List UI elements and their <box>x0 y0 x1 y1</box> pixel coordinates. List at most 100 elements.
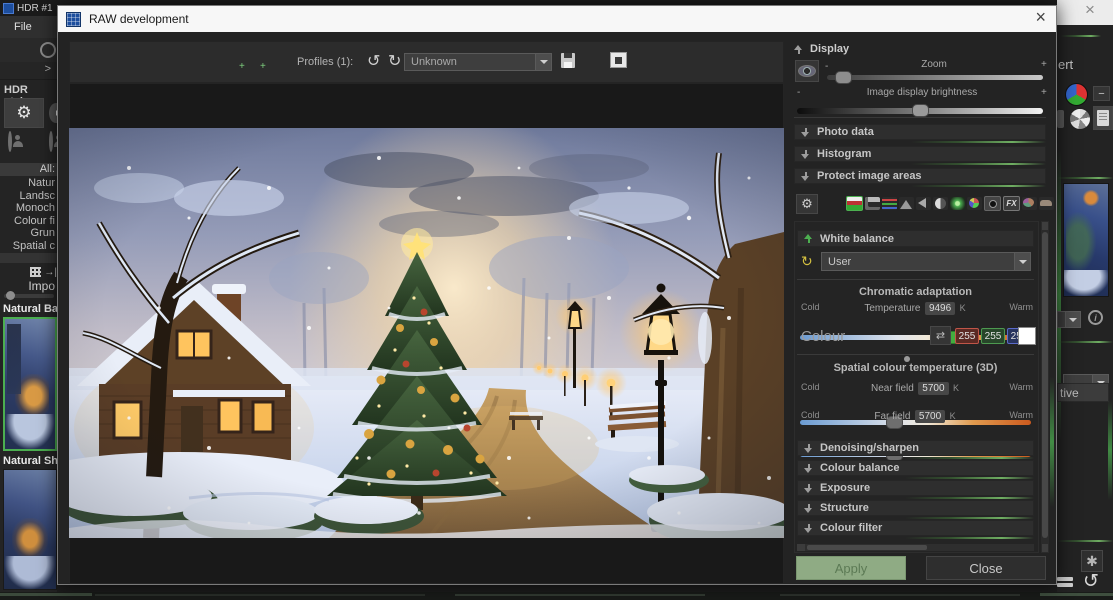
creative-field[interactable]: tive <box>1057 383 1109 402</box>
section-label: Structure <box>820 502 869 514</box>
section-colour-balance[interactable]: Colour balance <box>797 460 1034 476</box>
tool-vehicle-icon[interactable] <box>1039 197 1054 210</box>
wb-colour-swatch[interactable] <box>1018 327 1036 345</box>
zoom-slider-handle[interactable] <box>835 71 852 84</box>
image-preview[interactable] <box>69 128 784 538</box>
tool-contrast-icon[interactable] <box>933 197 948 210</box>
tool-colour-balance-icon[interactable] <box>882 197 897 210</box>
undo-icon[interactable]: ↺ <box>367 51 380 71</box>
section-colour-filter[interactable]: Colour filter <box>797 520 1034 536</box>
scrollbar-thumb[interactable] <box>1042 232 1048 538</box>
tool-psychology-icon[interactable] <box>1022 197 1037 210</box>
styles-gear-button[interactable]: ⚙ <box>4 98 44 128</box>
far-warm-label: Warm <box>1009 410 1033 420</box>
near-field-value[interactable]: 5700 <box>918 382 948 395</box>
info-icon[interactable]: i <box>1088 310 1103 325</box>
colour-reset-button[interactable]: ⇄ <box>930 326 951 345</box>
tool-exposure-icon[interactable] <box>899 197 914 210</box>
thumbnail-size-slider[interactable] <box>4 294 54 298</box>
save-icon[interactable] <box>561 53 575 68</box>
tool-denoise-icon[interactable] <box>865 197 880 210</box>
profile-dropdown-value: Unknown <box>411 56 457 68</box>
section-structure[interactable]: Structure <box>797 500 1034 516</box>
category-natural[interactable]: Natur <box>0 177 55 190</box>
history-icon[interactable] <box>40 42 56 58</box>
portrait-icon[interactable] <box>8 131 12 152</box>
settings-gear-button[interactable]: ⚙ <box>796 194 818 214</box>
far-cold-label: Cold <box>801 410 820 420</box>
category-grunge[interactable]: Grun <box>0 227 55 240</box>
section-photo-data[interactable]: Photo data <box>794 124 1046 140</box>
zoom-slider[interactable] <box>827 75 1043 80</box>
rgb-wheel-icon[interactable] <box>1065 83 1088 106</box>
dialog-right-panel: Display - Zoom + - Image display brightn… <box>791 37 1053 584</box>
wb-auto-icon[interactable]: ↻ <box>801 253 813 270</box>
brightness-slider-handle[interactable] <box>912 104 929 117</box>
profile-dropdown[interactable]: Unknown <box>404 53 552 71</box>
tool-fx-icon[interactable]: FX <box>1003 196 1020 211</box>
section-label: Histogram <box>817 148 871 160</box>
wb-preset-dropdown[interactable]: User <box>821 252 1031 271</box>
filmstrip-thumbnail[interactable] <box>1063 183 1109 297</box>
import-label[interactable]: Impo <box>28 279 55 293</box>
brightness-minus[interactable]: - <box>797 87 800 98</box>
zoom-preset-dropdown[interactable] <box>1057 311 1081 328</box>
temperature-value[interactable]: 9496 <box>925 302 955 315</box>
tool-glow-icon[interactable] <box>950 197 965 210</box>
section-exposure[interactable]: Exposure <box>797 480 1034 496</box>
category-landscape[interactable]: Landsc <box>0 190 55 203</box>
layers-icon[interactable] <box>1057 577 1075 589</box>
section-display-header[interactable]: Display <box>794 43 849 55</box>
spatial-header: Spatial colour temperature (3D) <box>795 362 1036 374</box>
preset-thumbnail-selected[interactable] <box>3 317 57 451</box>
zoom-plus[interactable]: + <box>1041 59 1047 70</box>
vertical-scrollbar[interactable] <box>1041 221 1049 553</box>
pan-view-button[interactable] <box>795 60 819 82</box>
brightness-label: Image display brightness <box>811 87 1033 98</box>
app-logo-icon <box>3 3 14 14</box>
reset-icon[interactable]: ↺ <box>1083 570 1099 593</box>
effects-star-button[interactable]: ✱ <box>1081 550 1103 572</box>
category-colour-filter[interactable]: Colour fi <box>0 215 55 228</box>
document-icon[interactable] <box>1093 106 1113 130</box>
category-monochrome[interactable]: Monoch <box>0 202 55 215</box>
collapse-up-green-icon <box>804 234 813 243</box>
gear-icon: ⚙ <box>16 103 31 123</box>
brightness-plus[interactable]: + <box>1041 87 1047 98</box>
app-close-icon[interactable]: × <box>1085 0 1095 20</box>
dialog-close-icon[interactable]: × <box>1035 7 1046 28</box>
section-white-balance-header[interactable]: White balance <box>797 230 1034 247</box>
tool-camera-icon[interactable] <box>984 196 1001 211</box>
tool-mechanics-icon[interactable] <box>967 197 982 210</box>
shutter-icon[interactable] <box>1069 108 1091 130</box>
grid-view-icon[interactable] <box>30 267 41 277</box>
rgb-green-value[interactable]: 255 <box>981 328 1005 344</box>
dialog-close-button[interactable]: Close <box>926 556 1046 580</box>
portrait-icon-2[interactable] <box>49 131 53 152</box>
section-protect-areas[interactable]: Protect image areas <box>794 168 1046 184</box>
redo-icon[interactable]: ↻ <box>388 51 401 71</box>
tool-white-balance-icon[interactable] <box>846 196 863 211</box>
apply-button[interactable]: Apply <box>796 556 906 580</box>
menu-file[interactable]: File <box>0 21 32 33</box>
fx-label: FX <box>1006 199 1016 208</box>
preset-thumbnail-2[interactable] <box>3 469 57 590</box>
far-field-value[interactable]: 5700 <box>915 410 945 423</box>
tool-structure-icon[interactable] <box>916 197 931 210</box>
brush-icon[interactable] <box>1057 110 1064 128</box>
export-arrow-icon[interactable]: →| <box>44 267 57 278</box>
section-denoising[interactable]: Denoising/sharpen <box>797 440 1034 456</box>
horizontal-scrollbar[interactable] <box>797 544 1034 551</box>
screen: HDR #1 File > HDR styles ⚙ All: Natur La… <box>0 0 1113 600</box>
fullscreen-preview-icon[interactable] <box>610 52 627 68</box>
category-all[interactable]: All: <box>40 163 55 175</box>
brightness-slider[interactable] <box>797 108 1043 114</box>
minimize-button[interactable]: − <box>1093 86 1110 101</box>
section-histogram[interactable]: Histogram <box>794 146 1046 162</box>
section-label: Exposure <box>820 482 870 494</box>
dialog-titlebar[interactable]: RAW development × <box>58 6 1056 32</box>
collapse-chevron[interactable]: > <box>45 63 51 75</box>
dialog-icon <box>66 12 81 27</box>
category-spatial[interactable]: Spatial c <box>0 240 55 253</box>
rgb-red-value[interactable]: 255 <box>955 328 979 344</box>
